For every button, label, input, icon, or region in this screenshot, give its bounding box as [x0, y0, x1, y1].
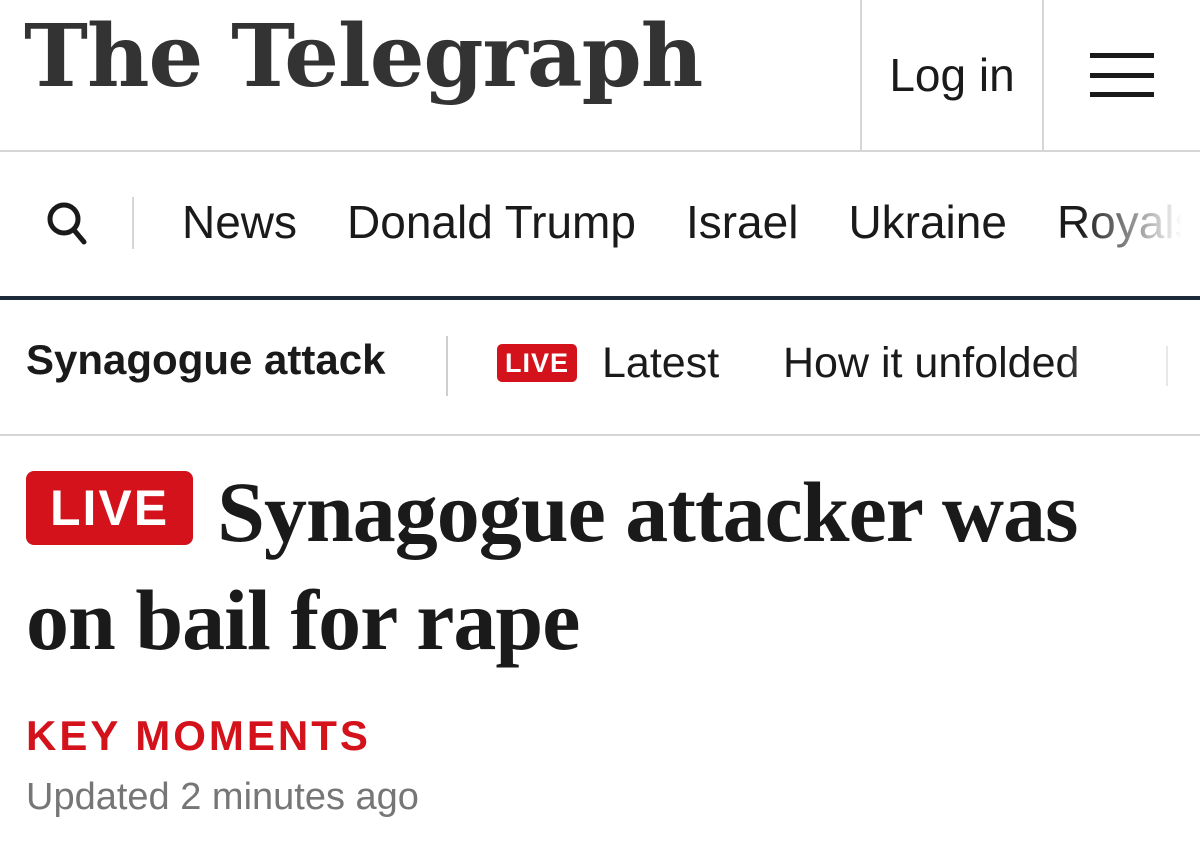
menu-button[interactable]: [1044, 0, 1200, 150]
site-logo[interactable]: The Telegraph: [24, 14, 703, 100]
article-headline: LIVE Synagogue attacker was on bail for r…: [26, 458, 1176, 674]
subnav-divider-trailing: [1166, 346, 1168, 386]
subnav-item-how-it-unfolded[interactable]: How it unfolded: [783, 339, 1079, 388]
login-label: Log in: [889, 49, 1015, 101]
topic-title[interactable]: Synagogue attack: [26, 336, 385, 384]
section-nav: News Donald Trump Israel Ukraine Royals: [0, 152, 1200, 300]
key-moments-label[interactable]: KEY MOMENTS: [26, 712, 371, 760]
article-header: LIVE Synagogue attacker was on bail for r…: [26, 458, 1176, 674]
headline-live-badge: LIVE: [26, 471, 194, 545]
topic-subnav: Synagogue attack LIVE Latest How it unfo…: [0, 300, 1200, 436]
nav-item-news[interactable]: News: [182, 195, 297, 249]
subnav-item-latest[interactable]: Latest: [602, 339, 719, 388]
site-header: The Telegraph Log in: [0, 0, 1200, 152]
nav-items: News Donald Trump Israel Ukraine Royals: [182, 152, 1200, 292]
search-button[interactable]: [40, 194, 96, 254]
login-button[interactable]: Log in: [860, 0, 1044, 150]
nav-scroll-fade: [1080, 152, 1200, 292]
live-badge: LIVE: [497, 344, 578, 382]
subnav-divider: [446, 336, 448, 396]
nav-item-israel[interactable]: Israel: [686, 195, 798, 249]
updated-timestamp: Updated 2 minutes ago: [26, 776, 419, 818]
search-icon: [47, 202, 87, 245]
nav-item-ukraine[interactable]: Ukraine: [848, 195, 1007, 249]
subnav-scroll-fade: [1060, 300, 1200, 434]
hamburger-menu-icon: [1090, 53, 1154, 97]
nav-item-donald-trump[interactable]: Donald Trump: [347, 195, 636, 249]
nav-divider: [132, 197, 134, 249]
